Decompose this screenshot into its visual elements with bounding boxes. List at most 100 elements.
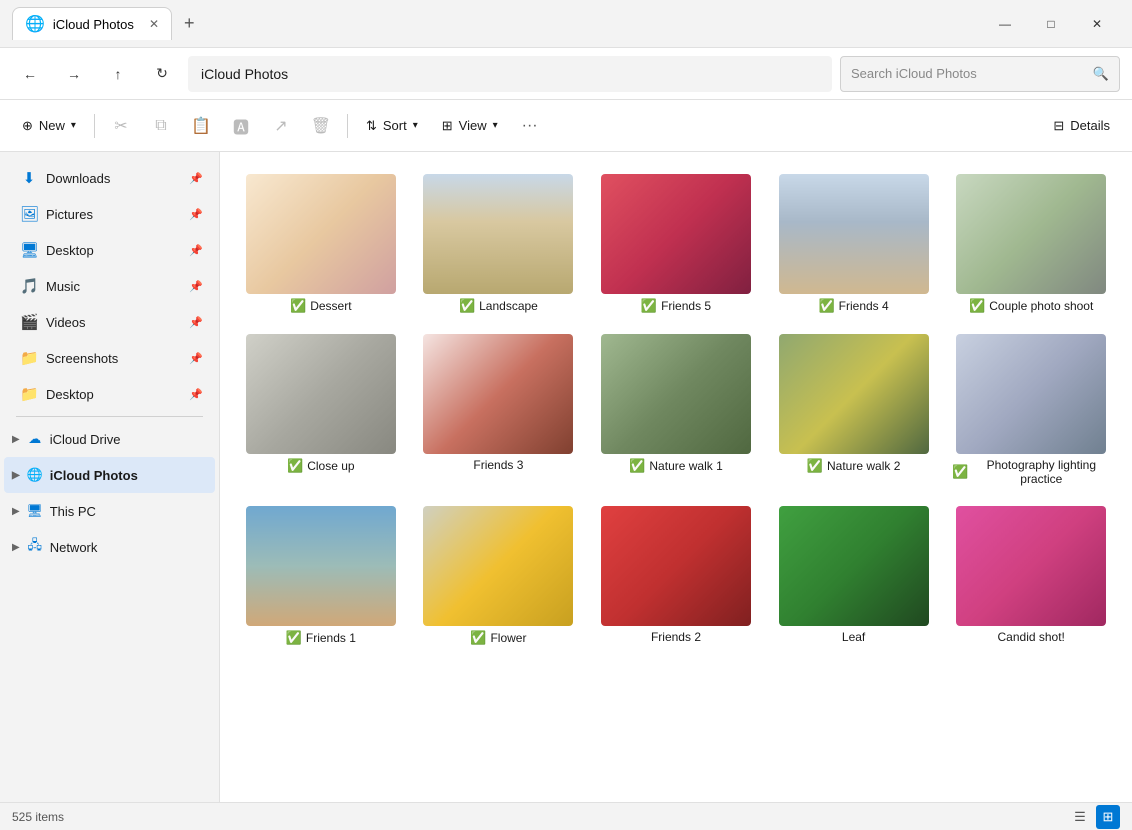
delete-button[interactable]: 🗑 xyxy=(303,108,339,144)
forward-icon: → xyxy=(67,66,81,82)
list-item[interactable]: ✅ Flower xyxy=(414,500,584,652)
sort-icon: ⇅ xyxy=(366,118,377,134)
tab-title: iCloud Photos xyxy=(53,17,134,32)
list-item[interactable]: Friends 3 xyxy=(414,328,584,492)
sidebar-section-icloud-photos[interactable]: ▶ 🌐 iCloud Photos xyxy=(4,457,215,493)
list-item[interactable]: Friends 2 xyxy=(591,500,761,652)
sidebar-item-music[interactable]: 🎵 Music 📌 xyxy=(4,268,215,304)
new-chevron-icon: ▾ xyxy=(71,120,76,131)
desktop-icon: 🖥 xyxy=(20,241,38,259)
pin-icon-pictures: 📌 xyxy=(189,208,203,221)
main-area: ⬇ Downloads 📌 🖼 Pictures 📌 🖥 Desktop 📌 🎵… xyxy=(0,152,1132,802)
photo-grid: ✅ Dessert ✅ Landscape ✅ Friends 5 ✅ Frie… xyxy=(220,152,1132,802)
back-button[interactable]: ← xyxy=(12,56,48,92)
sidebar-label-icloud-photos: iCloud Photos xyxy=(50,468,138,483)
search-bar[interactable]: Search iCloud Photos 🔍 xyxy=(840,56,1120,92)
photo-label-friends5: ✅ Friends 5 xyxy=(641,298,711,314)
photo-thumb-friends4 xyxy=(779,174,929,294)
sidebar-item-screenshots[interactable]: 📁 Screenshots 📌 xyxy=(4,340,215,376)
toolbar-separator-2 xyxy=(347,114,348,138)
list-item[interactable]: ✅ Friends 5 xyxy=(591,168,761,320)
network-icon: 🖧 xyxy=(26,536,44,558)
photo-label-friends3: Friends 3 xyxy=(473,458,523,472)
photo-label-leaf: Leaf xyxy=(842,630,865,644)
icloud-photos-chevron: ▶ xyxy=(12,470,20,481)
photo-thumb-friends5 xyxy=(601,174,751,294)
list-item[interactable]: Candid shot! xyxy=(946,500,1116,652)
sync-icon-naturewalk1: ✅ xyxy=(629,458,645,474)
refresh-icon: ↻ xyxy=(156,65,168,82)
active-tab[interactable]: 🌐 iCloud Photos ✕ xyxy=(12,7,172,40)
tab-app-icon: 🌐 xyxy=(25,14,45,34)
photo-label-naturewalk1: ✅ Nature walk 1 xyxy=(629,458,723,474)
sidebar-section-network[interactable]: ▶ 🖧 Network xyxy=(4,529,215,565)
photo-label-candid: Candid shot! xyxy=(998,630,1065,644)
view-button[interactable]: ⊞ View ▾ xyxy=(432,108,508,144)
address-bar[interactable]: iCloud Photos xyxy=(188,56,832,92)
sidebar-item-videos[interactable]: 🎬 Videos 📌 xyxy=(4,304,215,340)
status-bar: 525 items ☰ ⊞ xyxy=(0,802,1132,830)
paste-button[interactable]: 📋 xyxy=(183,108,219,144)
sidebar-item-desktop2[interactable]: 📁 Desktop 📌 xyxy=(4,376,215,412)
cut-button[interactable]: ✂ xyxy=(103,108,139,144)
sidebar-item-downloads[interactable]: ⬇ Downloads 📌 xyxy=(4,160,215,196)
close-button[interactable]: ✕ xyxy=(1074,8,1120,40)
new-label: New xyxy=(39,118,65,133)
list-item[interactable]: ✅ Nature walk 1 xyxy=(591,328,761,492)
list-item[interactable]: ✅ Photography lighting practice xyxy=(946,328,1116,492)
photo-thumb-friends3 xyxy=(423,334,573,454)
sync-icon-landscape: ✅ xyxy=(459,298,475,314)
rename-button[interactable]: 🅰 xyxy=(223,108,259,144)
new-button[interactable]: ⊕ New ▾ xyxy=(12,108,86,144)
sidebar-label-desktop2: Desktop xyxy=(46,387,94,402)
details-button[interactable]: ⊟ Details xyxy=(1043,108,1120,144)
photo-thumb-naturewalk2 xyxy=(779,334,929,454)
maximize-button[interactable]: □ xyxy=(1028,8,1074,40)
sync-icon-flower: ✅ xyxy=(470,630,486,646)
share-button[interactable]: ↗ xyxy=(263,108,299,144)
list-item[interactable]: ✅ Couple photo shoot xyxy=(946,168,1116,320)
list-item[interactable]: ✅ Close up xyxy=(236,328,406,492)
list-item[interactable]: ✅ Friends 1 xyxy=(236,500,406,652)
photo-thumb-flower xyxy=(423,506,573,626)
photo-label-friends4: ✅ Friends 4 xyxy=(818,298,888,314)
forward-button[interactable]: → xyxy=(56,56,92,92)
sidebar-label-desktop: Desktop xyxy=(46,243,94,258)
list-item[interactable]: ✅ Landscape xyxy=(414,168,584,320)
sidebar-section-this-pc[interactable]: ▶ 🖥 This PC xyxy=(4,493,215,529)
list-view-button[interactable]: ☰ xyxy=(1068,805,1092,829)
list-item[interactable]: ✅ Friends 4 xyxy=(769,168,939,320)
sync-icon-couple: ✅ xyxy=(969,298,985,314)
sort-chevron-icon: ▾ xyxy=(413,120,418,131)
sidebar-label-music: Music xyxy=(46,279,80,294)
up-button[interactable]: ↑ xyxy=(100,56,136,92)
list-item[interactable]: Leaf xyxy=(769,500,939,652)
photo-label-friends2: Friends 2 xyxy=(651,630,701,644)
sidebar-item-desktop[interactable]: 🖥 Desktop 📌 xyxy=(4,232,215,268)
sync-icon-closeup: ✅ xyxy=(287,458,303,474)
sidebar-section-icloud-drive[interactable]: ▶ ☁ iCloud Drive xyxy=(4,421,215,457)
search-icon: 🔍 xyxy=(1093,66,1109,82)
sidebar-item-pictures[interactable]: 🖼 Pictures 📌 xyxy=(4,196,215,232)
copy-button[interactable]: ⧉ xyxy=(143,108,179,144)
details-icon: ⊟ xyxy=(1053,118,1064,134)
refresh-button[interactable]: ↻ xyxy=(144,56,180,92)
pin-icon-desktop2: 📌 xyxy=(189,388,203,401)
list-item[interactable]: ✅ Nature walk 2 xyxy=(769,328,939,492)
photo-label-closeup: ✅ Close up xyxy=(287,458,355,474)
more-options-button[interactable]: ··· xyxy=(512,108,548,144)
minimize-button[interactable]: — xyxy=(982,8,1028,40)
music-icon: 🎵 xyxy=(20,277,38,295)
new-tab-button[interactable]: + xyxy=(176,9,203,38)
sort-button[interactable]: ⇅ Sort ▾ xyxy=(356,108,428,144)
pictures-icon: 🖼 xyxy=(20,205,38,223)
icloud-drive-icon: ☁ xyxy=(26,431,44,447)
pin-icon-desktop: 📌 xyxy=(189,244,203,257)
toolbar-separator-1 xyxy=(94,114,95,138)
photo-thumb-candid xyxy=(956,506,1106,626)
tab-close-button[interactable]: ✕ xyxy=(149,17,159,31)
list-item[interactable]: ✅ Dessert xyxy=(236,168,406,320)
photo-thumb-photography xyxy=(956,334,1106,454)
search-placeholder: Search iCloud Photos xyxy=(851,66,977,81)
grid-view-button[interactable]: ⊞ xyxy=(1096,805,1120,829)
